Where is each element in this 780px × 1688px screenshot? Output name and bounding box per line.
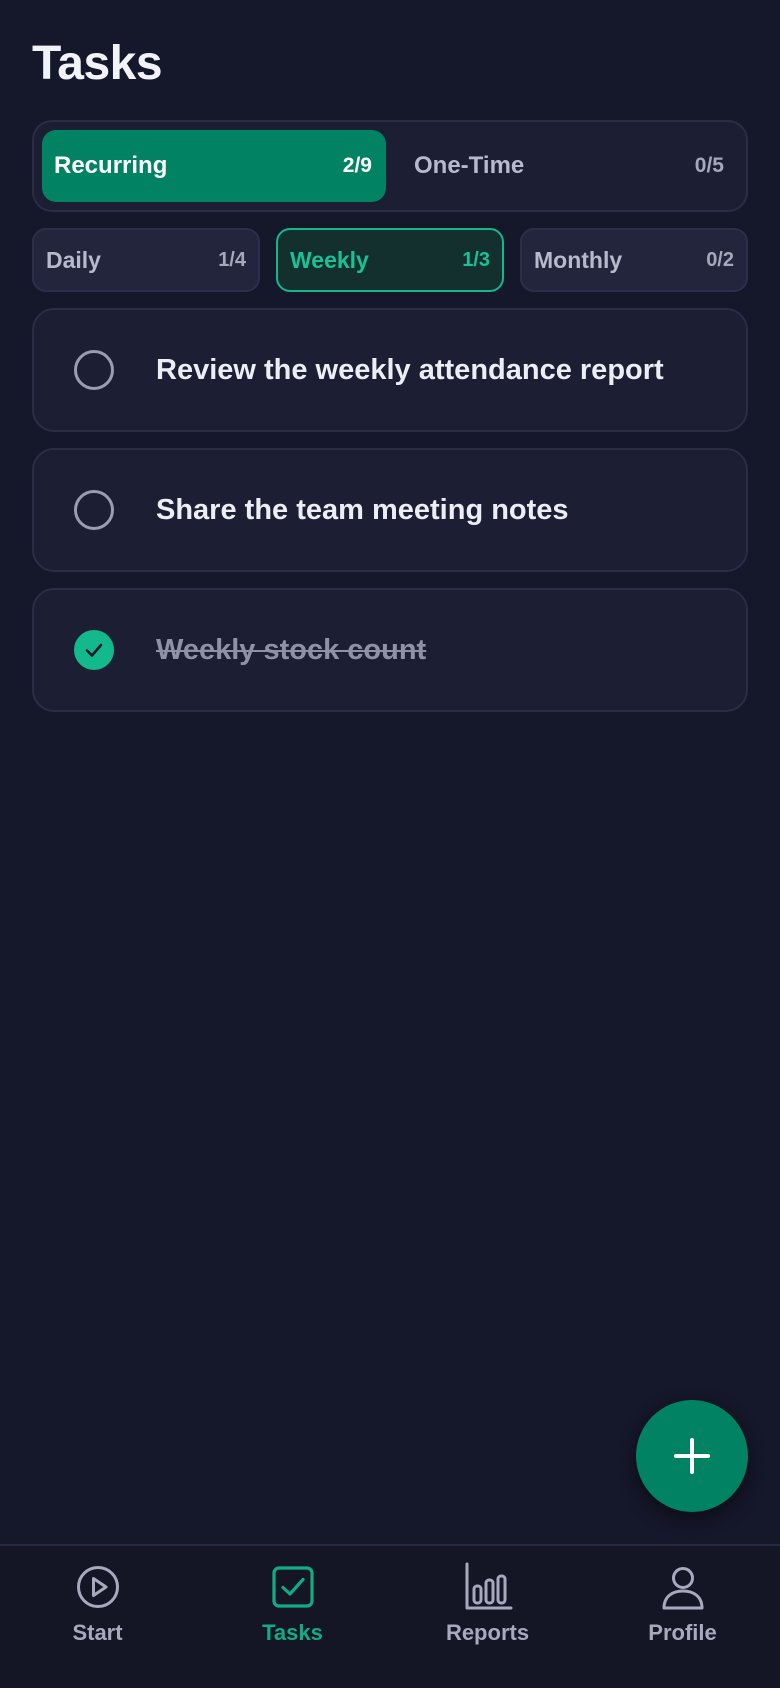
- filter-label: Daily: [46, 246, 101, 273]
- nav-label: Reports: [445, 1620, 530, 1645]
- add-task-button[interactable]: [636, 1400, 748, 1512]
- filter-chip-weekly[interactable]: Weekly 1/3: [276, 228, 504, 292]
- task-item[interactable]: Weekly stock count: [32, 588, 748, 712]
- app-screen: Tasks Recurring 2/9 One-Time 0/5 Daily 1…: [0, 0, 780, 1688]
- bar-chart-icon: [463, 1562, 513, 1612]
- page-title: Tasks: [32, 37, 163, 90]
- task-type-segmented-control: Recurring 2/9 One-Time 0/5: [32, 120, 748, 212]
- task-item[interactable]: Share the team meeting notes: [32, 448, 748, 572]
- person-icon: [658, 1562, 708, 1612]
- filter-count: 1/3: [462, 248, 490, 271]
- task-checkbox[interactable]: [74, 490, 114, 530]
- filter-chip-monthly[interactable]: Monthly 0/2: [520, 228, 748, 292]
- filter-label: Weekly: [290, 246, 369, 273]
- segment-count: 2/9: [342, 154, 372, 177]
- task-checkbox[interactable]: [74, 350, 114, 390]
- checkbox-icon: [268, 1562, 318, 1612]
- nav-item-start[interactable]: Start: [0, 1546, 195, 1688]
- frequency-filter-bar: Daily 1/4 Weekly 1/3 Monthly 0/2: [32, 228, 748, 292]
- task-item[interactable]: Review the weekly attendance report: [32, 308, 748, 432]
- filter-chip-daily[interactable]: Daily 1/4: [32, 228, 260, 292]
- segment-recurring[interactable]: Recurring 2/9: [42, 130, 386, 202]
- nav-label: Tasks: [262, 1620, 323, 1645]
- nav-item-reports[interactable]: Reports: [390, 1546, 585, 1688]
- play-circle-icon: [73, 1562, 123, 1612]
- nav-item-tasks[interactable]: Tasks: [195, 1546, 390, 1688]
- checkmark-icon: [85, 643, 103, 657]
- segment-count: 0/5: [694, 154, 724, 177]
- task-checkbox-checked[interactable]: [74, 630, 114, 670]
- nav-item-profile[interactable]: Profile: [585, 1546, 780, 1688]
- nav-label: Profile: [648, 1620, 717, 1645]
- plus-icon: [674, 1438, 710, 1474]
- segment-label: Recurring: [54, 152, 168, 179]
- segment-label: One-Time: [414, 152, 525, 179]
- filter-count: 0/2: [706, 248, 734, 271]
- filter-count: 1/4: [218, 248, 246, 271]
- bottom-navigation: Start Tasks Reports Profile: [0, 1544, 780, 1688]
- segment-one-time[interactable]: One-Time 0/5: [394, 130, 738, 202]
- task-title: Weekly stock count: [156, 633, 427, 666]
- filter-label: Monthly: [534, 246, 623, 273]
- task-list: Review the weekly attendance report Shar…: [32, 308, 748, 712]
- task-title: Share the team meeting notes: [156, 493, 569, 526]
- nav-label: Start: [72, 1620, 123, 1645]
- task-title: Review the weekly attendance report: [156, 353, 664, 386]
